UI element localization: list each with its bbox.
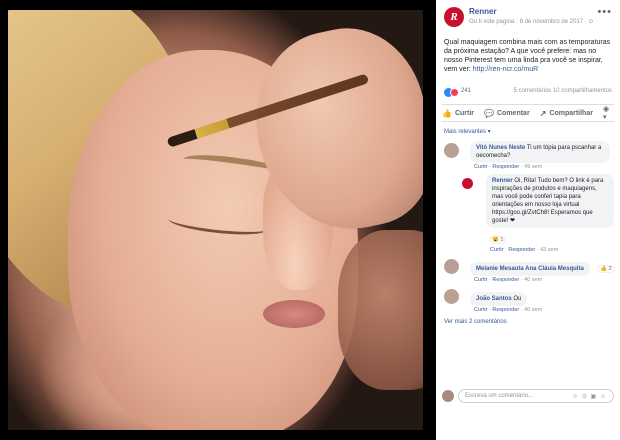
comment-reaction-badge[interactable]: 👍 2: [598, 266, 614, 272]
comment-reply-link[interactable]: Responder: [492, 277, 519, 283]
comment-sort-dropdown[interactable]: Mais relevantes ▾: [436, 122, 620, 139]
comment-input-placeholder: Escreva um comentário...: [465, 393, 534, 399]
comment-time: 43 sem: [540, 247, 559, 253]
thumbs-up-icon: 👍: [442, 108, 452, 118]
comment-icon: 💬: [484, 108, 494, 118]
comment-actions: Curtir · Responder · 43 sem: [490, 247, 559, 253]
comment-like-link[interactable]: Curtir: [490, 247, 503, 253]
post-side-panel: R Renner Ou ti vote pagina · 8 de novemb…: [436, 0, 620, 440]
comment-label: Comentar: [497, 109, 530, 117]
comment-author[interactable]: Renner: [492, 178, 513, 184]
comment-author[interactable]: Vitó Nunes Neste: [476, 145, 525, 151]
reaction-count[interactable]: 241: [461, 88, 471, 94]
comment-bubble: Renner Oi, Rita! Tudo bem? O link é para…: [486, 174, 614, 228]
comment-time: 40 sem: [524, 277, 543, 283]
post-link[interactable]: http://ren-ncr.co/muR: [473, 66, 538, 73]
comment-like-link[interactable]: Curtir: [474, 277, 487, 283]
post-as-selector[interactable]: ◉ ▾: [603, 105, 614, 121]
post-photo[interactable]: [8, 10, 423, 430]
comment-reply-link[interactable]: Responder: [508, 247, 535, 253]
more-options-icon[interactable]: •••: [597, 6, 612, 18]
comment-time: 49 sem: [524, 164, 543, 170]
comment: João Santos Ou Curtir · Responder · 40 s…: [442, 287, 614, 313]
comment-bubble: Vitó Nunes Neste Ti um tópia para pscanh…: [470, 141, 610, 163]
post-header: R Renner Ou ti vote pagina · 8 de novemb…: [436, 0, 620, 36]
share-label: Compartilhar: [549, 109, 593, 117]
share-icon: ↗: [539, 108, 547, 118]
comment-text: Oi, Rita! Tudo bem? O link é para inspir…: [492, 178, 604, 224]
composer-emoji-icons[interactable]: ☺ ⊙ ▣ ☺: [572, 393, 607, 400]
page-logo[interactable]: R: [444, 7, 464, 27]
photo-second-hand: [338, 230, 423, 390]
avatar[interactable]: [444, 143, 459, 158]
like-label: Curtir: [454, 109, 475, 117]
avatar[interactable]: [444, 289, 459, 304]
photo-lips: [263, 300, 325, 328]
comment-bubble: João Santos Ou: [470, 292, 528, 306]
comment-like-link[interactable]: Curtir: [474, 307, 487, 313]
like-button[interactable]: 👍 Curtir: [442, 109, 474, 118]
comment-author[interactable]: Melanie Mesauta Ana Cláuia Mesquita: [476, 266, 584, 272]
share-button[interactable]: ↗ Compartilhar: [540, 109, 593, 118]
comment-actions: Curtir · Responder · 40 sem: [474, 277, 543, 283]
comment: Vitó Nunes Neste Ti um tópia para pscanh…: [442, 141, 614, 170]
comment-composer: Escreva um comentário... ☺ ⊙ ▣ ☺: [442, 388, 614, 404]
post-meta: Ou ti vote pagina · 8 de novembro de 201…: [469, 19, 594, 25]
reaction-summary[interactable]: 241 5 comentários 10 compartilhamentos: [436, 86, 620, 104]
comments-shares-count[interactable]: 5 comentários 10 compartilhamentos: [514, 88, 612, 94]
comment: Melanie Mesauta Ana Cláuia Mesquita 👍 2 …: [442, 257, 614, 283]
avatar[interactable]: [444, 259, 459, 274]
comment-like-link[interactable]: Curtir: [474, 164, 487, 170]
page-name[interactable]: Renner: [469, 7, 497, 16]
comment-reply-link[interactable]: Responder: [492, 307, 519, 313]
comment-actions: Curtir · Responder · 49 sem: [474, 164, 543, 170]
comment-text: Ou: [513, 296, 522, 302]
post-text: Qual maquiagem combina mais com as tempo…: [436, 36, 620, 74]
comment-time: 40 sem: [524, 307, 543, 313]
page-logo-letter: R: [450, 11, 458, 23]
post-actions: 👍 Curtir 💬 Comentar ↗ Compartilhar ◉ ▾: [442, 104, 614, 122]
avatar[interactable]: [462, 178, 473, 189]
comment-author[interactable]: João Santos: [476, 296, 512, 302]
avatar: [442, 390, 454, 402]
comment-button[interactable]: 💬 Comentar: [484, 109, 530, 118]
love-reaction-icon: [450, 88, 459, 97]
view-more-comments-link[interactable]: Ver mais 2 comentários: [436, 317, 620, 327]
comment-bubble: Melanie Mesauta Ana Cláuia Mesquita: [470, 262, 590, 276]
comment-reply-link[interactable]: Responder: [492, 164, 519, 170]
comment-reply: Renner Oi, Rita! Tudo bem? O link é para…: [442, 174, 614, 253]
comment-reaction-badge[interactable]: 😮 1: [490, 237, 506, 243]
comment-input[interactable]: Escreva um comentário... ☺ ⊙ ▣ ☺: [458, 389, 614, 403]
comment-actions: Curtir · Responder · 40 sem: [474, 307, 543, 313]
